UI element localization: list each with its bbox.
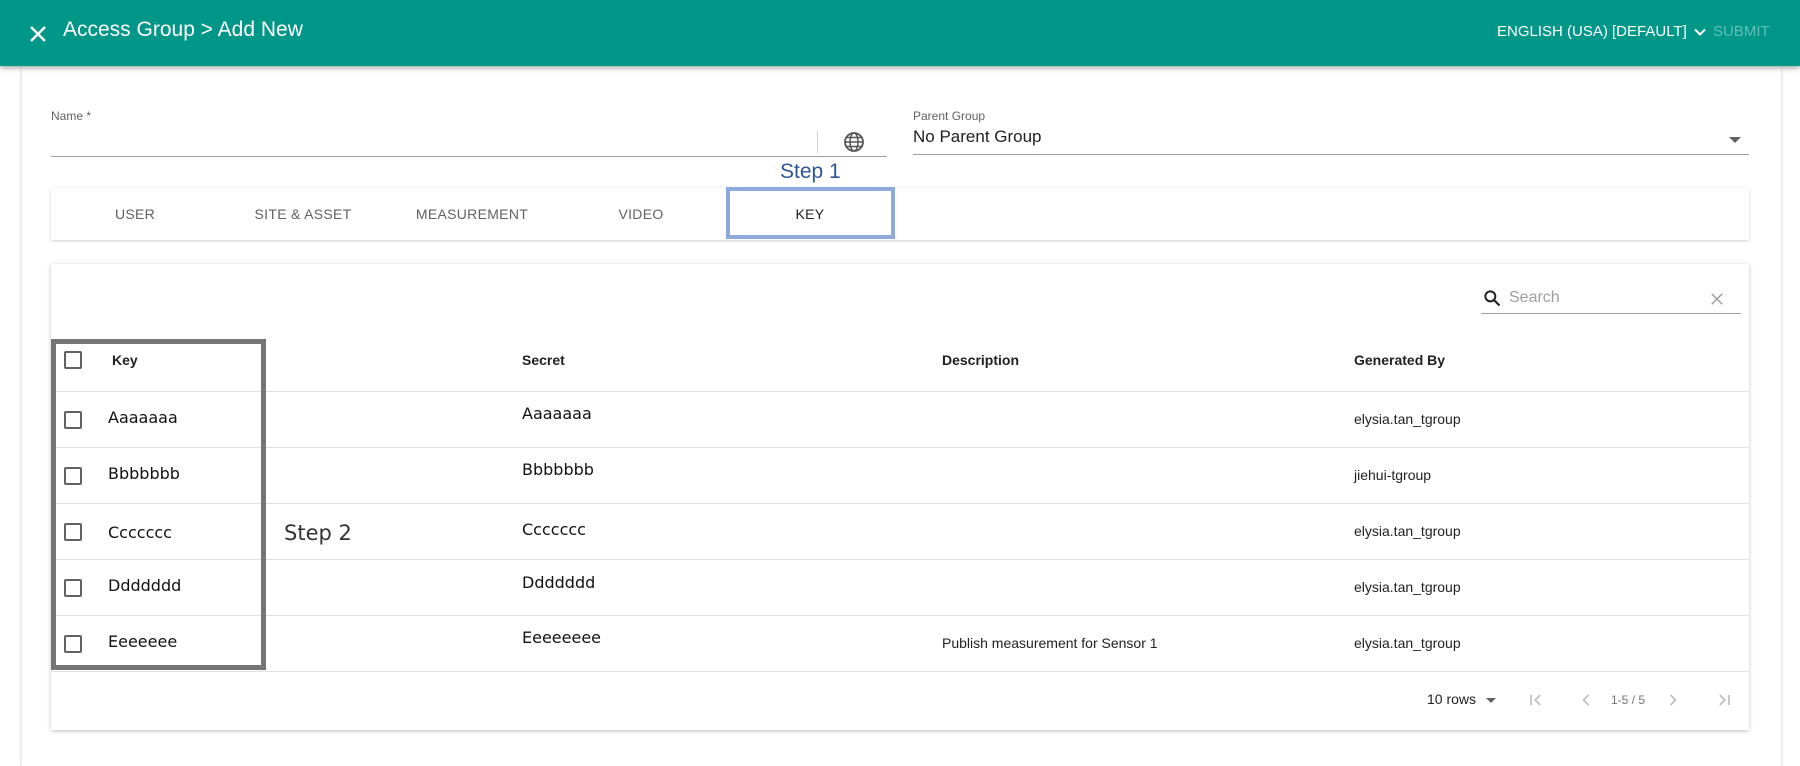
name-label: Name * — [51, 109, 92, 123]
header-divider — [51, 391, 1749, 392]
rows-per-page-label: 10 rows — [1427, 691, 1477, 707]
tab-video[interactable]: VIDEO — [557, 188, 725, 240]
cell-secret: Aaaaaaa — [522, 404, 592, 423]
name-field[interactable] — [51, 128, 811, 154]
cell-generated-by: jiehui-tgroup — [1354, 467, 1432, 483]
language-label: ENGLISH (USA) [DEFAULT] — [1497, 23, 1687, 40]
cell-secret: Eeeeeeee — [522, 628, 602, 647]
cell-secret: Ddddddd — [522, 573, 596, 592]
last-page-icon[interactable] — [1714, 690, 1734, 710]
step1-highlight-box — [726, 187, 895, 239]
cell-generated-by: elysia.tan_tgroup — [1354, 579, 1461, 595]
column-header-description[interactable]: Description — [942, 352, 1019, 368]
cell-generated-by: elysia.tan_tgroup — [1354, 411, 1461, 427]
step1-annotation: Step 1 — [780, 160, 841, 183]
dropdown-arrow-icon[interactable] — [1729, 137, 1741, 143]
search-input[interactable] — [1509, 286, 1689, 310]
parent-group-select[interactable]: No Parent Group — [913, 127, 1042, 147]
tab-measurement[interactable]: MEASUREMENT — [388, 188, 556, 240]
parent-group-label: Parent Group — [913, 109, 986, 123]
globe-icon[interactable] — [842, 130, 866, 154]
row-divider — [51, 615, 1749, 616]
tab-user[interactable]: USER — [51, 188, 219, 240]
column-header-generated-by[interactable]: Generated By — [1354, 352, 1445, 368]
cell-secret: Ccccccc — [522, 520, 586, 539]
submit-button[interactable]: SUBMIT — [1713, 23, 1770, 40]
previous-page-icon[interactable] — [1576, 690, 1596, 710]
row-divider — [51, 503, 1749, 504]
cell-generated-by: elysia.tan_tgroup — [1354, 635, 1461, 651]
cell-description: Publish measurement for Sensor 1 — [942, 635, 1158, 651]
key-table-card — [51, 264, 1749, 730]
row-divider — [51, 447, 1749, 448]
step2-annotation: Step 2 — [284, 521, 352, 545]
search-icon — [1484, 290, 1501, 307]
row-divider — [51, 671, 1749, 672]
close-icon[interactable] — [26, 22, 50, 46]
next-page-icon[interactable] — [1663, 690, 1683, 710]
search-underline — [1481, 313, 1741, 314]
name-underline — [51, 156, 887, 157]
row-divider — [51, 559, 1749, 560]
page-range: 1-5 / 5 — [1611, 693, 1646, 707]
first-page-icon[interactable] — [1526, 690, 1546, 710]
rows-per-page-select[interactable]: 10 rows — [1427, 691, 1497, 707]
divider — [817, 131, 818, 153]
tab-bar: USER SITE & ASSET MEASUREMENT VIDEO KEY — [51, 188, 1749, 240]
column-header-secret[interactable]: Secret — [522, 352, 565, 368]
cell-generated-by: elysia.tan_tgroup — [1354, 523, 1461, 539]
tab-site-asset[interactable]: SITE & ASSET — [219, 188, 387, 240]
dropdown-arrow-icon — [1486, 697, 1497, 703]
parent-group-underline — [913, 154, 1749, 155]
page-title: Access Group > Add New — [63, 18, 303, 41]
step2-highlight-box — [51, 339, 266, 670]
clear-search-icon[interactable] — [1708, 290, 1726, 308]
chevron-down-icon — [1694, 28, 1706, 36]
app-bar: Access Group > Add New ENGLISH (USA) [DE… — [0, 0, 1800, 66]
language-selector[interactable]: ENGLISH (USA) [DEFAULT] — [1497, 23, 1707, 40]
cell-secret: Bbbbbbb — [522, 460, 594, 479]
